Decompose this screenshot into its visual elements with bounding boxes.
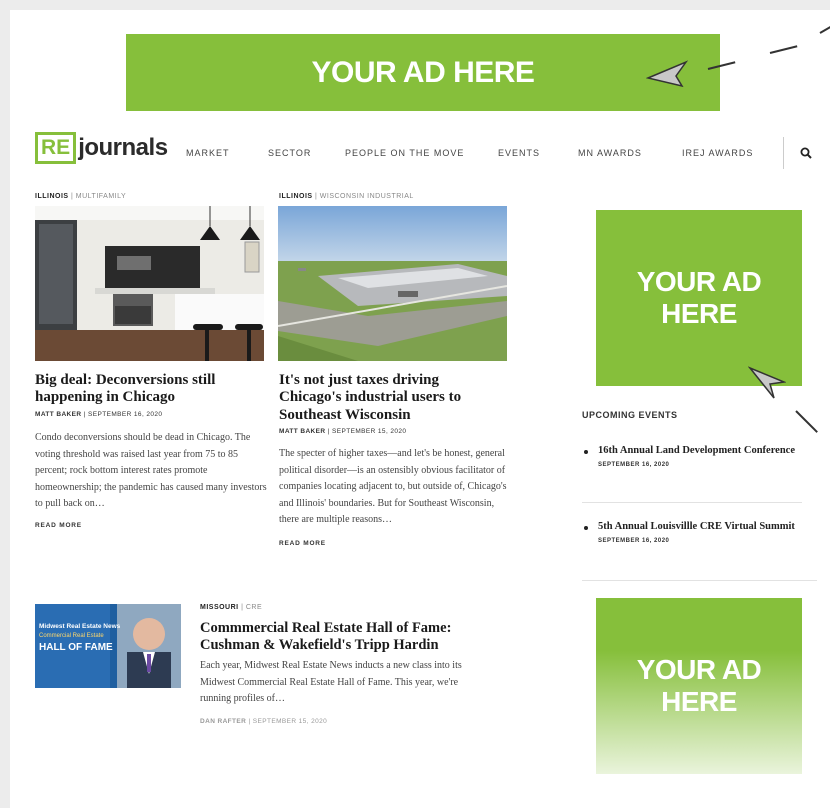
kicker-state[interactable]: MISSOURI	[200, 604, 239, 611]
annotation-dash	[769, 45, 798, 54]
nav-mn-awards[interactable]: MN AWARDS	[578, 148, 642, 158]
cursor-arrow-icon	[646, 60, 688, 88]
article-2-excerpt: The specter of higher taxes—and let's be…	[279, 448, 507, 525]
event-item[interactable]: 16th Annual Land Development Conference …	[582, 444, 802, 468]
article-2-read-more[interactable]: READ MORE	[279, 540, 326, 547]
page: YOUR AD HERE RE journals MARKET SECTOR P…	[10, 10, 830, 808]
thumb-line-2: Commercial Real Estate	[39, 633, 104, 639]
divider	[582, 580, 817, 581]
search-icon[interactable]	[800, 147, 812, 159]
upcoming-events-heading: UPCOMING EVENTS	[582, 410, 678, 420]
event-title[interactable]: 5th Annual Louisvillle CRE Virtual Summi…	[598, 520, 802, 533]
article-1-title[interactable]: Big deal: Deconversions still happening …	[35, 372, 265, 407]
nav-people-on-the-move[interactable]: PEOPLE ON THE MOVE	[345, 148, 464, 158]
event-title[interactable]: 16th Annual Land Development Conference	[598, 444, 802, 457]
kicker-state[interactable]: ILLINOIS	[279, 193, 313, 200]
nav-irej-awards[interactable]: IREJ AWARDS	[682, 148, 753, 158]
article-3-excerpt: Each year, Midwest Real Estate News indu…	[200, 660, 462, 704]
byline-date: SEPTEMBER 15, 2020	[332, 428, 407, 435]
article-3-byline: DAN RAFTER | SEPTEMBER 15, 2020	[200, 718, 328, 725]
top-ad-label: YOUR AD HERE	[311, 55, 535, 89]
kicker-sector[interactable]: WISCONSIN INDUSTRIAL	[320, 193, 414, 200]
site-logo[interactable]: RE journals	[35, 131, 168, 165]
nav-market[interactable]: MARKET	[186, 148, 230, 158]
article-1-read-more[interactable]: READ MORE	[35, 522, 82, 529]
article-2-photo-industrial[interactable]	[278, 206, 507, 361]
article-3-kicker[interactable]: MISSOURI | CRE	[200, 604, 262, 611]
logo-box: RE	[35, 132, 77, 164]
article-1-kicker[interactable]: ILLINOIS | MULTIFAMILY	[35, 193, 126, 200]
sidebar-ad-2[interactable]: YOUR AD HERE	[596, 598, 802, 774]
byline-author[interactable]: MATT BAKER	[279, 428, 326, 435]
annotation-dash	[795, 410, 818, 433]
article-3-thumbnail[interactable]: Midwest Real Estate News Commercial Real…	[35, 604, 181, 688]
byline-author[interactable]: DAN RAFTER	[200, 718, 246, 725]
bullet-icon	[584, 526, 588, 530]
thumb-line-1: Midwest Real Estate News	[39, 623, 121, 630]
divider	[582, 502, 802, 503]
article-1-byline: MATT BAKER | SEPTEMBER 16, 2020	[35, 411, 163, 418]
event-date: SEPTEMBER 16, 2020	[598, 462, 670, 469]
byline-date: SEPTEMBER 15, 2020	[252, 718, 328, 725]
article-2-byline: MATT BAKER | SEPTEMBER 15, 2020	[279, 428, 407, 435]
sidebar-ad-1-label: YOUR AD HERE	[636, 266, 762, 329]
article-2-kicker[interactable]: ILLINOIS | WISCONSIN INDUSTRIAL	[279, 193, 414, 200]
nav-sector[interactable]: SECTOR	[268, 148, 311, 158]
byline-author[interactable]: MATT BAKER	[35, 411, 82, 418]
top-ad-banner[interactable]: YOUR AD HERE	[126, 34, 720, 111]
cursor-arrow-icon	[748, 366, 786, 399]
sidebar-ad-2-label: YOUR AD HERE	[636, 654, 762, 717]
article-2-title[interactable]: It's not just taxes driving Chicago's in…	[279, 372, 489, 424]
article-1-excerpt: Condo deconversions should be dead in Ch…	[35, 432, 267, 509]
logo-text: journals	[78, 134, 168, 161]
event-item[interactable]: 5th Annual Louisvillle CRE Virtual Summi…	[582, 520, 802, 544]
nav-divider	[783, 137, 784, 169]
kicker-state[interactable]: ILLINOIS	[35, 193, 69, 200]
kicker-sector[interactable]: CRE	[246, 604, 262, 611]
bullet-icon	[584, 450, 588, 454]
article-3-title[interactable]: Commmercial Real Estate Hall of Fame: Cu…	[200, 620, 500, 655]
article-1-photo-kitchen[interactable]	[35, 206, 264, 361]
sidebar-ad-1[interactable]: YOUR AD HERE	[596, 210, 802, 386]
thumb-line-3: HALL OF FAME	[39, 642, 113, 653]
nav-events[interactable]: EVENTS	[498, 148, 540, 158]
kicker-sector[interactable]: MULTIFAMILY	[76, 193, 126, 200]
annotation-dash	[819, 25, 830, 34]
byline-date: SEPTEMBER 16, 2020	[88, 411, 163, 418]
event-date: SEPTEMBER 16, 2020	[598, 538, 670, 545]
